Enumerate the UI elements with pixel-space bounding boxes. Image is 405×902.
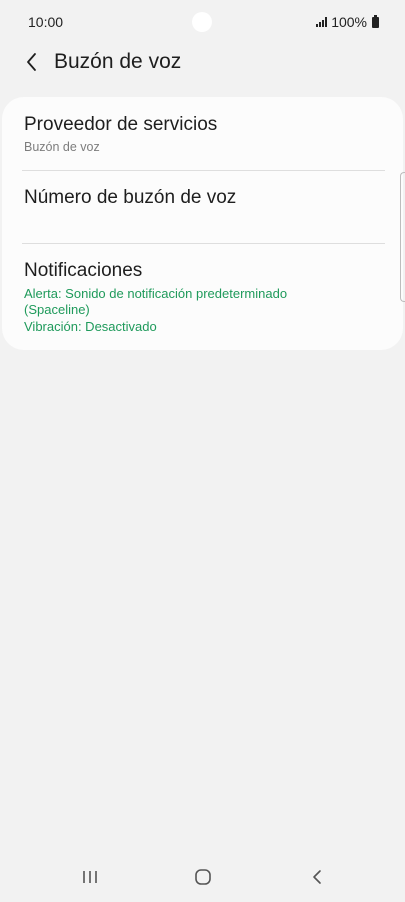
setting-service-provider[interactable]: Proveedor de servicios Buzón de voz	[2, 97, 403, 170]
battery-icon	[372, 14, 379, 28]
setting-title: Número de buzón de voz	[24, 187, 237, 208]
setting-title: Proveedor de servicios	[24, 114, 218, 135]
nav-back-button[interactable]	[302, 865, 332, 889]
back-button[interactable]	[20, 50, 44, 74]
recent-apps-icon	[83, 871, 97, 883]
page-title: Buzón de voz	[54, 50, 182, 73]
back-arrow-icon	[313, 870, 321, 884]
status-time: 10:00	[28, 14, 64, 30]
setting-title: Notificaciones	[24, 260, 143, 281]
recent-apps-button[interactable]	[75, 865, 105, 889]
status-indicators: 100%	[316, 14, 379, 30]
chevron-left-icon	[27, 53, 36, 71]
setting-notifications[interactable]: Notificaciones Alerta: Sonido de notific…	[2, 243, 403, 350]
camera-cutout	[192, 12, 212, 32]
status-bar: 10:00 100%	[0, 0, 405, 40]
battery-percentage: 100%	[331, 14, 367, 30]
home-icon	[195, 869, 211, 885]
scrollbar[interactable]	[400, 172, 405, 302]
signal-icon	[316, 17, 328, 27]
setting-voicemail-number[interactable]: Número de buzón de voz	[2, 170, 403, 243]
app-header: Buzón de voz	[0, 42, 405, 82]
notification-vibration-detail: Vibración: Desactivado	[24, 319, 157, 334]
settings-card: Proveedor de servicios Buzón de voz Núme…	[2, 97, 403, 350]
navigation-bar	[0, 854, 405, 902]
home-button[interactable]	[188, 865, 218, 889]
notification-alert-detail: Alerta: Sonido de notificación predeterm…	[24, 286, 288, 317]
setting-subtitle: Buzón de voz	[24, 140, 100, 154]
